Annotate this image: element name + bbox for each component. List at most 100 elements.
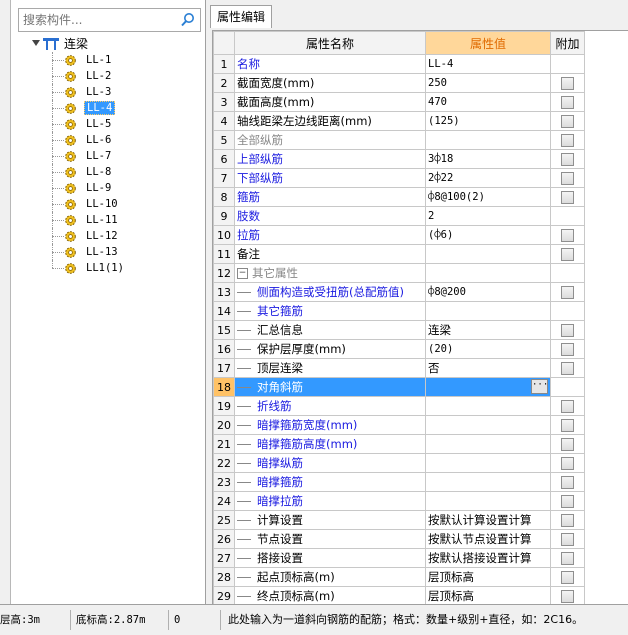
property-value[interactable] <box>425 491 551 511</box>
table-row[interactable]: 13 侧面构造或受扭筋(总配筋值) ⌽8@200 <box>213 282 585 302</box>
table-row[interactable]: 10 拉筋 (⌽6) <box>213 225 585 245</box>
table-row[interactable]: 27 搭接设置 按默认搭接设置计算 <box>213 548 585 568</box>
table-row[interactable]: 29 终点顶标高(m) 层顶标高 <box>213 586 585 605</box>
property-value[interactable]: 连梁 <box>425 320 551 340</box>
table-row[interactable]: 17 顶层连梁 否 <box>213 358 585 378</box>
property-value[interactable]: 层顶标高 <box>425 567 551 587</box>
table-row[interactable]: 11 备注 <box>213 244 585 264</box>
extra-checkbox[interactable] <box>561 532 574 546</box>
property-value[interactable]: (20) <box>425 339 551 359</box>
property-value[interactable]: 3⌽18 <box>425 149 551 169</box>
table-row[interactable]: 3 截面高度(mm) 470 <box>213 92 585 112</box>
extra-cell[interactable] <box>550 92 585 112</box>
table-row[interactable]: 7 下部纵筋 2⌽22 <box>213 168 585 188</box>
header-property-value[interactable]: 属性值 <box>425 31 551 55</box>
property-value[interactable] <box>425 415 551 435</box>
header-extra[interactable]: 附加 <box>550 31 585 55</box>
tab-property-edit[interactable]: 属性编辑 <box>210 5 273 28</box>
table-row[interactable]: 20 暗撑箍筋宽度(mm) <box>213 415 585 435</box>
table-row[interactable]: 21 暗撑箍筋高度(mm) <box>213 434 585 454</box>
property-value[interactable] <box>425 130 551 150</box>
extra-cell[interactable] <box>550 548 585 568</box>
extra-cell[interactable] <box>550 434 585 454</box>
tree-item[interactable]: LL-4 <box>30 100 126 116</box>
table-row[interactable]: 2 截面宽度(mm) 250 <box>213 73 585 93</box>
extra-cell[interactable] <box>550 187 585 207</box>
property-value[interactable]: ··· <box>425 377 551 397</box>
property-value[interactable]: 按默认节点设置计算 <box>425 529 551 549</box>
tree-item[interactable]: LL-9 <box>30 180 126 196</box>
table-row[interactable]: 23 暗撑箍筋 <box>213 472 585 492</box>
table-row[interactable]: 9 肢数 2 <box>213 206 585 226</box>
extra-cell[interactable] <box>550 586 585 605</box>
table-row[interactable]: 15 汇总信息 连梁 <box>213 320 585 340</box>
extra-checkbox[interactable] <box>561 323 574 337</box>
extra-cell[interactable] <box>550 73 585 93</box>
property-value[interactable] <box>425 434 551 454</box>
tree-root-coupling-beam[interactable]: 连梁 <box>30 36 126 52</box>
extra-cell[interactable] <box>550 358 585 378</box>
extra-checkbox[interactable] <box>561 494 574 508</box>
extra-cell[interactable] <box>550 396 585 416</box>
ellipsis-button[interactable]: ··· <box>531 379 548 394</box>
extra-cell[interactable] <box>550 339 585 359</box>
tree-item[interactable]: LL-7 <box>30 148 126 164</box>
extra-cell[interactable] <box>550 491 585 511</box>
extra-cell[interactable] <box>550 510 585 530</box>
extra-cell[interactable] <box>550 130 585 150</box>
property-value[interactable] <box>425 472 551 492</box>
extra-checkbox[interactable] <box>561 190 574 204</box>
extra-cell[interactable] <box>550 168 585 188</box>
tree-item[interactable]: LL-8 <box>30 164 126 180</box>
extra-checkbox[interactable] <box>561 361 574 375</box>
extra-checkbox[interactable] <box>561 285 574 299</box>
property-value[interactable] <box>425 244 551 264</box>
extra-cell[interactable] <box>550 244 585 264</box>
table-row[interactable]: 6 上部纵筋 3⌽18 <box>213 149 585 169</box>
extra-checkbox[interactable] <box>561 475 574 489</box>
extra-checkbox[interactable] <box>561 114 574 128</box>
property-value[interactable]: LL-4 <box>425 54 551 74</box>
collapse-group-icon[interactable]: − <box>237 268 248 279</box>
extra-checkbox[interactable] <box>561 228 574 242</box>
extra-checkbox[interactable] <box>561 76 574 90</box>
tree-item[interactable]: LL-12 <box>30 228 126 244</box>
tree-item[interactable]: LL-6 <box>30 132 126 148</box>
extra-checkbox[interactable] <box>561 152 574 166</box>
table-row[interactable]: 14 其它箍筋 <box>213 301 585 321</box>
tree-item[interactable]: LL-5 <box>30 116 126 132</box>
tree-item[interactable]: LL-10 <box>30 196 126 212</box>
extra-cell[interactable] <box>550 529 585 549</box>
table-row[interactable]: 5 全部纵筋 <box>213 130 585 150</box>
extra-checkbox[interactable] <box>561 133 574 147</box>
tree-item[interactable]: LL-3 <box>30 84 126 100</box>
extra-checkbox[interactable] <box>561 570 574 584</box>
extra-checkbox[interactable] <box>561 551 574 565</box>
table-row[interactable]: 25 计算设置 按默认计算设置计算 <box>213 510 585 530</box>
extra-checkbox[interactable] <box>561 456 574 470</box>
tree-item[interactable]: LL1(1) <box>30 260 126 276</box>
table-row[interactable]: 19 折线筋 <box>213 396 585 416</box>
extra-checkbox[interactable] <box>561 399 574 413</box>
table-row[interactable]: 26 节点设置 按默认节点设置计算 <box>213 529 585 549</box>
property-value[interactable]: 按默认计算设置计算 <box>425 510 551 530</box>
extra-checkbox[interactable] <box>561 95 574 109</box>
table-row[interactable]: 1 名称 LL-4 <box>213 54 585 74</box>
table-row[interactable]: 28 起点顶标高(m) 层顶标高 <box>213 567 585 587</box>
property-value[interactable]: (⌽6) <box>425 225 551 245</box>
property-value[interactable]: 2 <box>425 206 551 226</box>
extra-cell[interactable] <box>550 453 585 473</box>
extra-checkbox[interactable] <box>561 342 574 356</box>
property-value[interactable] <box>425 301 551 321</box>
property-value[interactable] <box>425 453 551 473</box>
property-value[interactable]: 按默认搭接设置计算 <box>425 548 551 568</box>
property-value[interactable]: (125) <box>425 111 551 131</box>
tree-item[interactable]: LL-13 <box>30 244 126 260</box>
table-row[interactable]: 22 暗撑纵筋 <box>213 453 585 473</box>
extra-cell[interactable] <box>550 149 585 169</box>
tree-item[interactable]: LL-2 <box>30 68 126 84</box>
table-row[interactable]: 8 箍筋 ⌽8@100(2) <box>213 187 585 207</box>
search-box[interactable] <box>18 8 201 32</box>
property-value[interactable]: ⌽8@100(2) <box>425 187 551 207</box>
header-property-name[interactable]: 属性名称 <box>234 31 426 55</box>
